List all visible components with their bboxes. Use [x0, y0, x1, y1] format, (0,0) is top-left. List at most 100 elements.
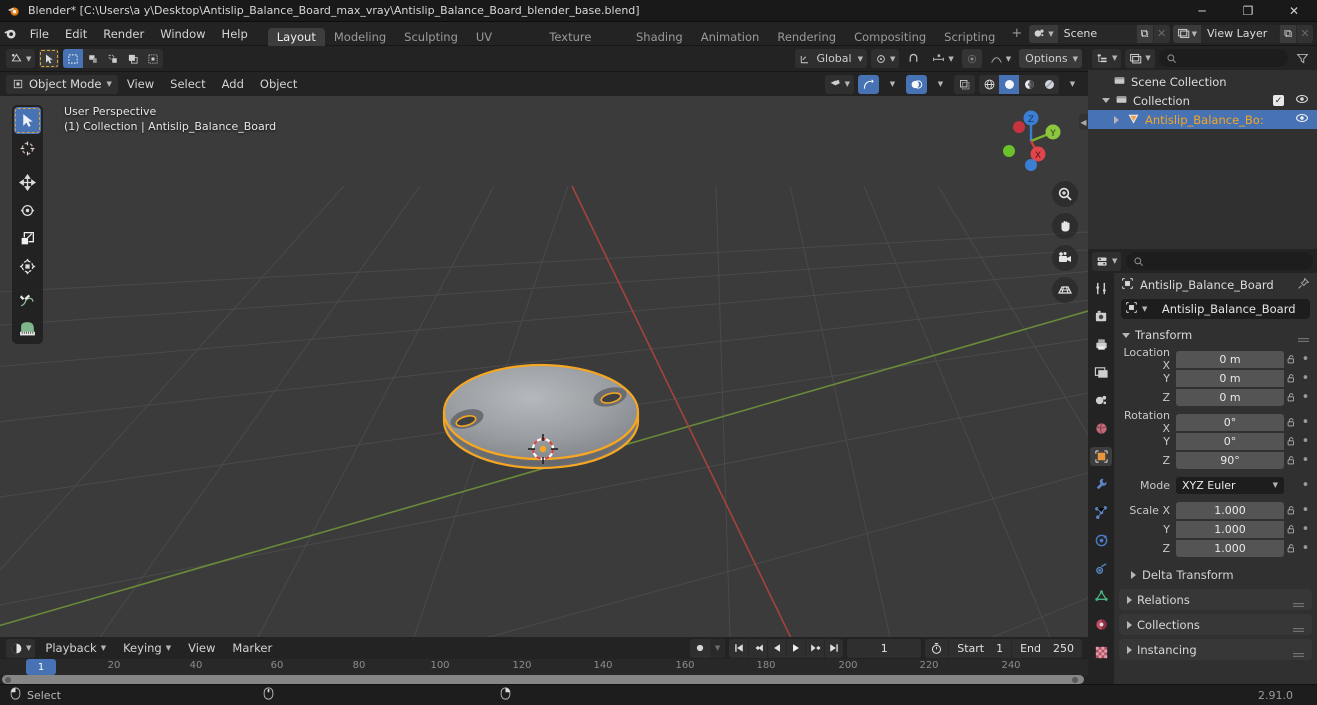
modifier-tab[interactable]	[1090, 475, 1112, 494]
animate-property-icon[interactable]: •	[1299, 434, 1312, 449]
animate-property-icon[interactable]: •	[1299, 352, 1312, 367]
viewport-axis-gizmo[interactable]: Z Y X	[994, 104, 1068, 178]
cursor-tool[interactable]	[14, 135, 41, 162]
instancing-panel-header[interactable]: Instancing	[1119, 639, 1312, 660]
timeline-ruler[interactable]: 1 20 40 60 80 100 120 140 160 180 200 22…	[0, 659, 1088, 675]
timeline-scrollbar[interactable]	[0, 675, 1088, 684]
lock-icon[interactable]	[1284, 524, 1299, 535]
animate-property-icon[interactable]: •	[1299, 390, 1312, 405]
data-tab[interactable]	[1090, 587, 1112, 606]
animate-property-icon[interactable]: •	[1299, 541, 1312, 556]
close-button[interactable]: ✕	[1271, 0, 1317, 22]
relations-panel-header[interactable]: Relations	[1119, 589, 1312, 610]
chevron-right-icon[interactable]	[1127, 645, 1132, 654]
animate-property-icon[interactable]: •	[1299, 478, 1312, 493]
active-tool-button[interactable]	[39, 49, 60, 68]
lock-icon[interactable]	[1284, 543, 1299, 554]
animate-property-icon[interactable]: •	[1299, 371, 1312, 386]
scale-tool[interactable]	[14, 225, 41, 252]
chevron-right-icon[interactable]	[1127, 595, 1132, 604]
tab-rendering[interactable]: Rendering	[768, 28, 845, 46]
filter-icon[interactable]	[1292, 49, 1313, 68]
jump-to-end-button[interactable]	[824, 638, 843, 658]
rotation-mode-dropdown[interactable]: XYZ Euler ▼	[1176, 476, 1284, 494]
blender-menu-icon[interactable]	[0, 22, 22, 46]
playback-transport[interactable]	[729, 638, 844, 658]
rotation-y-field[interactable]: 0°	[1176, 432, 1284, 450]
animate-property-icon[interactable]: •	[1299, 503, 1312, 518]
shading-options-button[interactable]: ▼	[1063, 75, 1082, 94]
frame-range-group[interactable]: Start 1 End 250	[925, 638, 1082, 658]
constraints-tab[interactable]	[1090, 559, 1112, 578]
lock-icon[interactable]	[1284, 505, 1299, 516]
select-circle-icon[interactable]	[83, 49, 103, 68]
view-layer-name[interactable]: View Layer	[1201, 24, 1279, 43]
shading-rendered-icon[interactable]	[1039, 75, 1059, 94]
timeline-scrollbar-thumb[interactable]	[2, 675, 1084, 684]
chevron-right-icon[interactable]	[1131, 570, 1136, 579]
view-layer-selector[interactable]: ▼ View Layer ⧉ ✕	[1172, 24, 1313, 43]
move-tool[interactable]	[14, 169, 41, 196]
tweak-tool[interactable]	[14, 107, 41, 134]
location-z-field[interactable]: 0 m	[1176, 388, 1284, 406]
tab-animation[interactable]: Animation	[692, 28, 769, 46]
add-workspace-button[interactable]: +	[1004, 22, 1029, 46]
material-tab[interactable]	[1090, 615, 1112, 634]
tab-uv-editing[interactable]: UV Editing	[467, 28, 540, 62]
select-box-icon[interactable]	[63, 49, 84, 68]
next-keyframe-button[interactable]	[805, 638, 824, 658]
shading-mode-group[interactable]	[979, 74, 1059, 94]
physics-tab[interactable]	[1090, 531, 1112, 550]
viewport-menu-select[interactable]: Select	[163, 74, 212, 94]
current-frame-field[interactable]: 1	[847, 638, 922, 658]
lock-icon[interactable]	[1284, 373, 1299, 384]
use-preview-range-button[interactable]	[925, 639, 948, 658]
collection-enable-checkbox[interactable]: ✓	[1273, 95, 1284, 106]
chevron-down-icon[interactable]: ▼	[1142, 305, 1147, 313]
rotation-x-field[interactable]: 0°	[1176, 413, 1284, 431]
xray-toggle-button[interactable]	[954, 74, 975, 94]
chevron-down-icon[interactable]	[1102, 98, 1110, 103]
animate-property-icon[interactable]: •	[1299, 522, 1312, 537]
start-frame-field[interactable]: Start 1	[948, 638, 1011, 658]
camera-icon[interactable]	[1052, 245, 1078, 271]
tab-shading[interactable]: Shading	[627, 28, 692, 46]
chevron-right-icon[interactable]	[1114, 115, 1119, 124]
scene-tab[interactable]	[1090, 391, 1112, 410]
end-frame-field[interactable]: End 250	[1011, 638, 1082, 658]
pan-icon[interactable]	[1052, 213, 1078, 239]
lock-icon[interactable]	[1284, 417, 1299, 428]
gizmo-options-button[interactable]: ▼	[883, 75, 902, 94]
pin-icon[interactable]	[1297, 277, 1310, 293]
lock-icon[interactable]	[1284, 354, 1299, 365]
proportional-falloff-selector[interactable]: ▼	[986, 49, 1015, 68]
menu-file[interactable]: File	[22, 22, 57, 46]
viewport-menu-object[interactable]: Object	[253, 74, 304, 94]
scale-x-field[interactable]: 1.000	[1176, 501, 1284, 519]
outliner-search-input[interactable]	[1158, 49, 1288, 67]
properties-search-input[interactable]	[1126, 252, 1313, 270]
orthographic-icon[interactable]	[1052, 277, 1078, 303]
lock-icon[interactable]	[1284, 392, 1299, 403]
scene-name[interactable]: Scene	[1057, 24, 1136, 43]
remove-view-layer-button[interactable]: ✕	[1296, 24, 1313, 43]
viewport-menu-add[interactable]: Add	[215, 74, 251, 94]
transform-orientation-selector[interactable]: Global ▼	[794, 49, 867, 68]
annotate-tool[interactable]	[14, 287, 41, 314]
shading-material-preview-icon[interactable]	[1019, 75, 1039, 94]
transform-tool[interactable]	[14, 253, 41, 280]
gizmo-toggle-button[interactable]	[858, 74, 879, 94]
shading-wireframe-icon[interactable]	[979, 75, 999, 94]
viewport-canvas[interactable]	[0, 96, 1088, 637]
editor-type-selector[interactable]: ▼	[6, 49, 36, 68]
animate-property-icon[interactable]: •	[1299, 415, 1312, 430]
timeline-scroll-handle-right[interactable]	[1072, 676, 1078, 683]
viewport-menu-view[interactable]: View	[120, 74, 161, 94]
object-tab[interactable]	[1090, 447, 1112, 466]
select-tweak-icon[interactable]	[123, 49, 143, 68]
object-name-value[interactable]: Antislip_Balance_Board	[1151, 302, 1306, 316]
snap-target-selector[interactable]: ▼	[928, 49, 957, 68]
3d-viewport[interactable]: User Perspective (1) Collection | Antisl…	[0, 96, 1088, 637]
play-reverse-button[interactable]	[767, 638, 786, 658]
proportional-editing-toggle[interactable]	[961, 49, 982, 68]
